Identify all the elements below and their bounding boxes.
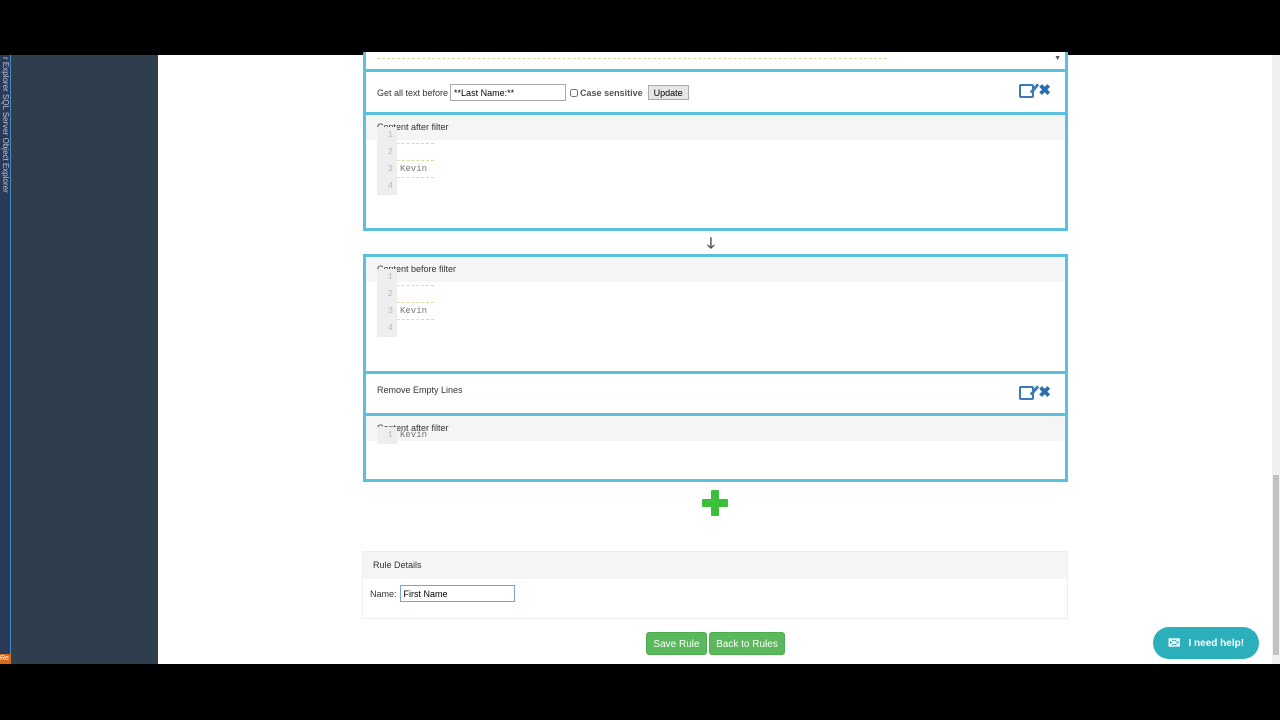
line-number: 1	[377, 427, 397, 444]
code-line: 2	[377, 144, 434, 161]
ide-badge: Re	[0, 654, 11, 664]
code-line: 1 Kevin	[377, 427, 434, 444]
rule-details-panel: Rule Details Name:	[362, 551, 1068, 619]
case-sensitive-label: Case sensitive	[580, 87, 643, 98]
code-line: 3 Kevin	[377, 303, 434, 320]
close-icon[interactable]: ✖	[1038, 385, 1051, 400]
panel-title: Content after filter	[366, 416, 1065, 441]
line-number: 1	[377, 269, 397, 286]
code-view: 1 Kevin	[377, 427, 434, 444]
filter-panel-remove-empty-lines: Remove Empty Lines ✖	[363, 371, 1068, 416]
filter-label: Remove Empty Lines	[377, 385, 463, 395]
update-button[interactable]: Update	[647, 85, 689, 100]
filter-panel-get-text-before: Get all text before Case sensitive Updat…	[363, 69, 1068, 115]
scrollbar-thumb[interactable]	[1273, 475, 1279, 655]
edit-icon[interactable]	[1019, 386, 1035, 400]
code-line: 4	[377, 178, 434, 195]
code-line: 2	[377, 286, 434, 303]
line-text	[397, 289, 400, 299]
close-icon[interactable]: ✖	[1038, 83, 1051, 98]
help-label: I need help!	[1188, 637, 1245, 649]
code-line: 3 Kevin	[377, 161, 434, 178]
line-text	[397, 323, 400, 333]
vertical-scrollbar[interactable]	[1272, 55, 1280, 664]
edit-icon[interactable]	[1019, 84, 1035, 98]
code-line: 4	[377, 320, 434, 337]
save-rule-button[interactable]: Save Rule	[646, 632, 707, 655]
explorer-tabs[interactable]: r Explorer SQL Server Object Explorer	[1, 57, 10, 193]
name-label: Name:	[370, 588, 397, 599]
code-view: 1 2 3 Kevin 4	[377, 127, 434, 195]
filter-label: Get all text before	[377, 87, 449, 98]
mail-icon: ✉	[1167, 635, 1181, 652]
back-to-rules-button[interactable]: Back to Rules	[709, 632, 785, 655]
line-text	[397, 272, 400, 282]
panel-title: Content before filter	[366, 257, 1065, 282]
code-line: 1	[377, 127, 434, 144]
line-text: Kevin	[400, 430, 428, 440]
line-number: 3	[377, 303, 397, 320]
line-number: 1	[377, 127, 397, 144]
line-number: 4	[377, 320, 397, 337]
ide-sidebar: r Explorer SQL Server Object Explorer Re	[0, 55, 158, 664]
line-number: 2	[377, 144, 397, 161]
line-text	[397, 130, 400, 140]
code-line-divider	[377, 58, 887, 59]
help-button[interactable]: ✉ I need help!	[1153, 627, 1259, 659]
line-text: Kevin	[400, 306, 428, 316]
line-text: Kevin	[400, 164, 428, 174]
content-after-filter-panel: Content after filter 1 Kevin	[363, 413, 1068, 482]
content-before-filter-panel: Content before filter 1 2 3 Kevin 4	[363, 254, 1068, 374]
panel-title: Rule Details	[363, 552, 1067, 579]
line-number: 2	[377, 286, 397, 303]
line-number: 3	[377, 161, 397, 178]
case-sensitive-checkbox[interactable]	[570, 88, 579, 97]
code-line: 1	[377, 269, 434, 286]
add-filter-plus-icon[interactable]	[702, 490, 728, 516]
ide-tool-strip[interactable]: r Explorer SQL Server Object Explorer	[0, 55, 11, 664]
filter-text-input[interactable]	[450, 84, 567, 101]
scroll-down-arrow-icon[interactable]: ▼	[1054, 55, 1061, 62]
line-text	[397, 147, 400, 157]
content-after-filter-panel: Content after filter 1 2 3 Kevin 4	[363, 112, 1068, 231]
code-view: 1 2 3 Kevin 4	[377, 269, 434, 337]
line-text	[397, 181, 400, 191]
line-number: 4	[377, 178, 397, 195]
rule-name-input[interactable]	[399, 585, 515, 602]
panel-title: Content after filter	[366, 115, 1065, 140]
